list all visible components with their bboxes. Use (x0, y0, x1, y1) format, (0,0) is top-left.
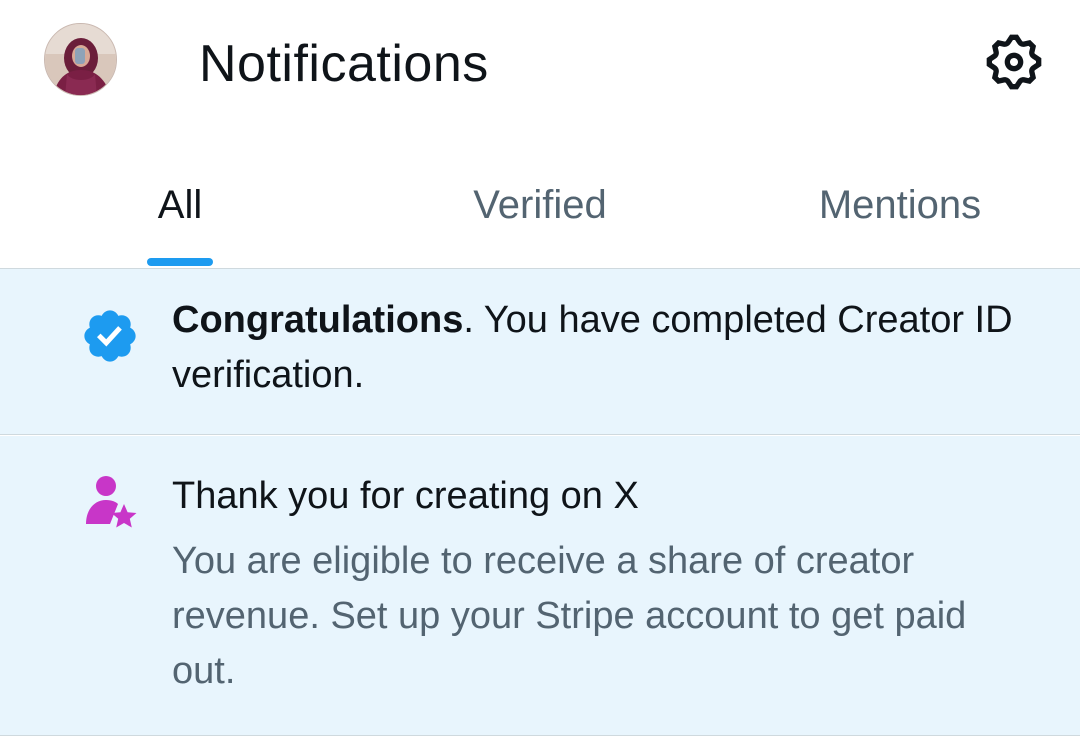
active-tab-indicator (147, 258, 213, 266)
tab-label: Mentions (818, 183, 982, 227)
top-app-bar: Notifications (0, 0, 1080, 130)
notification-item[interactable]: Thank you for creating on X You are elig… (0, 436, 1080, 736)
profile-avatar[interactable] (44, 23, 117, 96)
settings-button[interactable] (982, 30, 1046, 94)
notification-item[interactable]: Congratulations. You have completed Crea… (0, 269, 1080, 435)
page-title: Notifications (199, 35, 489, 93)
notification-tabs: All Verified Mentions (0, 152, 1080, 268)
notifications-screen: Notifications All Verified Mentions Cong… (0, 0, 1080, 736)
notification-subtitle: You are eligible to receive a share of c… (172, 540, 967, 692)
notification-body: Congratulations. You have completed Crea… (172, 293, 1020, 403)
creator-star-icon (80, 472, 140, 532)
verified-badge-icon (80, 306, 140, 366)
notification-title: Thank you for creating on X (172, 475, 639, 517)
avatar-photo (45, 24, 116, 95)
tab-label: All (157, 183, 203, 227)
notification-bold-text: Congratulations (172, 299, 464, 341)
notification-body: Thank you for creating on X You are elig… (172, 469, 1020, 699)
tab-verified[interactable]: Verified (360, 152, 720, 268)
notification-text: Congratulations. You have completed Crea… (172, 293, 1020, 403)
tab-mentions[interactable]: Mentions (720, 152, 1080, 268)
tab-all[interactable]: All (0, 152, 360, 268)
gear-icon (986, 34, 1042, 90)
tab-label: Verified (473, 183, 607, 227)
